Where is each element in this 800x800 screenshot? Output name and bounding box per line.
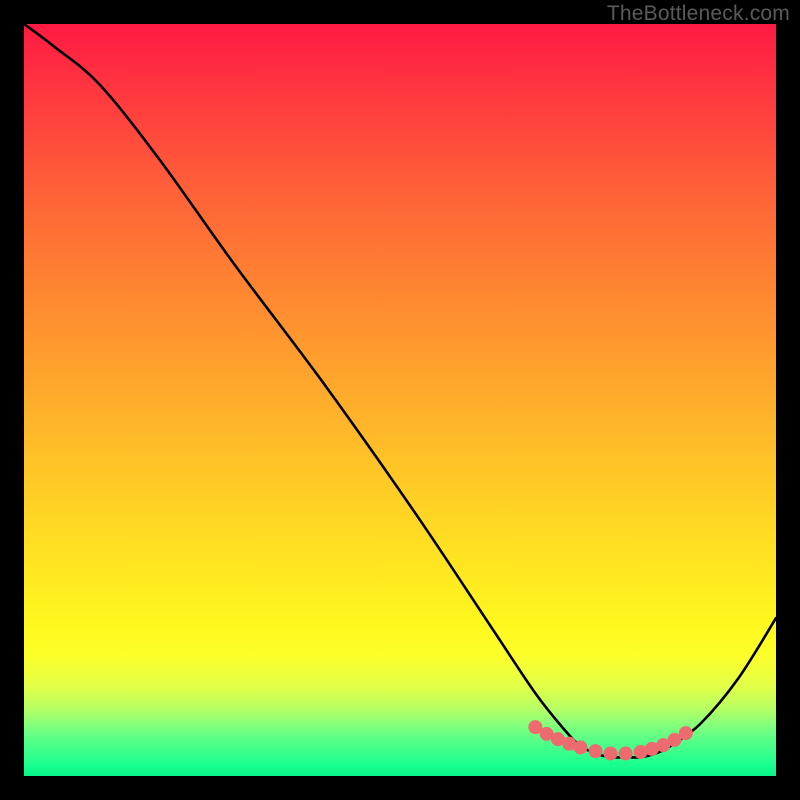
watermark-text: TheBottleneck.com <box>607 2 790 26</box>
highlight-dot <box>679 726 693 740</box>
highlight-dot <box>589 744 603 758</box>
highlight-dot <box>573 740 587 754</box>
plot-area <box>24 24 776 776</box>
curve-layer <box>24 24 776 776</box>
bottleneck-curve <box>24 24 776 757</box>
highlight-dot <box>604 746 618 760</box>
highlight-dots <box>528 720 692 760</box>
chart-stage: TheBottleneck.com <box>0 0 800 800</box>
highlight-dot <box>619 746 633 760</box>
